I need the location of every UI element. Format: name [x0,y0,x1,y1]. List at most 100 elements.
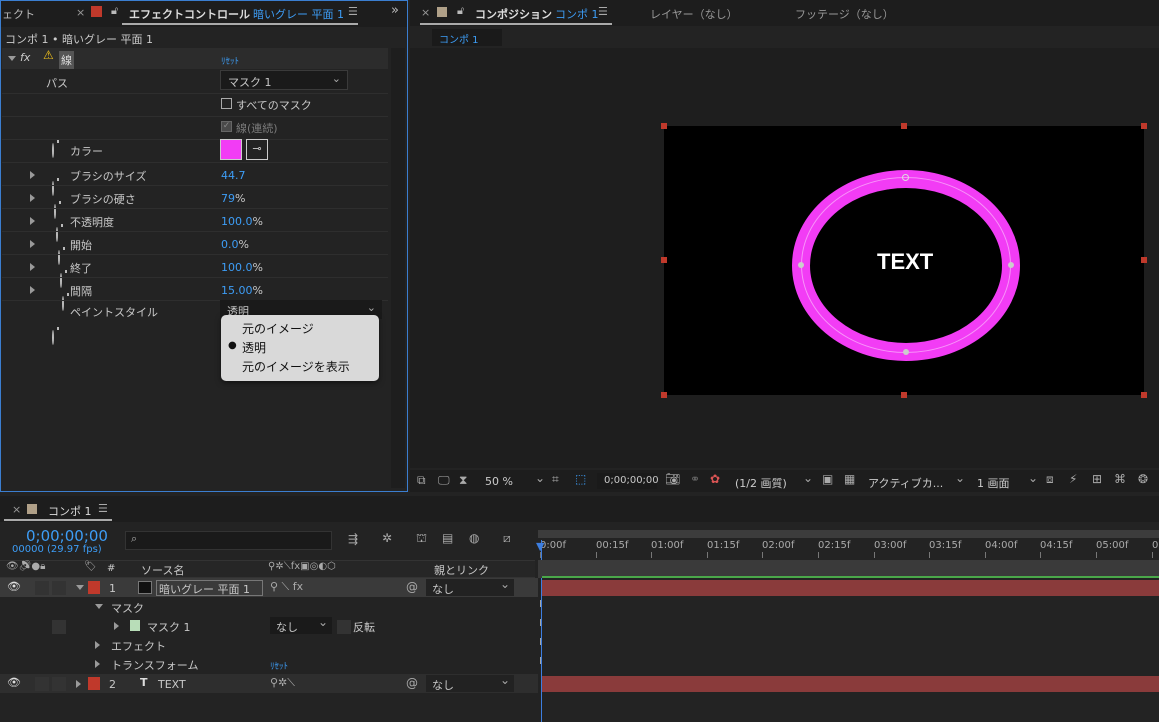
stopwatch-icon[interactable] [52,181,54,196]
path-dropdown[interactable]: マスク 1 ⌄ [220,70,348,90]
transform-twirl-icon[interactable] [95,660,100,668]
mask-vertex[interactable] [903,349,909,355]
fx-icon[interactable]: fx [20,51,30,64]
pickwhip-icon[interactable]: @ [406,676,418,690]
chevron-down-icon[interactable]: ⌄ [535,471,545,485]
grid-icon[interactable]: ⌗ [552,472,559,487]
stopwatch-icon[interactable] [54,204,56,219]
toggle-pixel-aspect-icon[interactable]: ⧈ [1046,472,1054,487]
property-twirl-icon[interactable] [30,263,35,271]
menu-item-reveal-original[interactable]: 元のイメージを表示 [242,358,350,375]
resolution-select[interactable]: (1/2 画質) [735,475,787,491]
property-value-number[interactable]: 0.0 [221,238,239,251]
zoom-select[interactable]: 50 % [485,475,513,488]
timeline-search-input[interactable] [125,531,332,550]
views-select[interactable]: 1 画面 [977,475,1010,491]
property-value-number[interactable]: 15.00 [221,284,253,297]
menu-item-original[interactable]: 元のイメージ [242,320,314,337]
mask-visibility-icon[interactable]: ⬚ [575,472,586,486]
tab-effect-controls[interactable]: エフェクトコントロール [129,6,250,22]
transparency-grid-icon[interactable]: ▦ [844,472,855,486]
canvas-text[interactable]: TEXT [877,249,933,275]
panel-menu-icon[interactable]: ☰ [348,5,358,18]
stopwatch-icon[interactable] [52,143,54,158]
layer-twirl-icon[interactable] [76,585,84,590]
layer-label-color[interactable] [88,581,100,594]
tab-comp-name[interactable]: コンポ 1 [555,6,599,22]
col-source-name[interactable]: ソース名 [141,562,184,578]
visibility-eye-icon[interactable]: 👁︎ [7,676,21,689]
selection-handle[interactable] [901,123,907,129]
property-value[interactable]: 15.00% [221,284,263,297]
playhead-marker-icon[interactable]: ▼ [536,540,544,553]
region-of-interest-icon[interactable]: ▣ [822,472,833,486]
fast-preview-icon[interactable]: ⚡ [1069,472,1077,486]
tab-footage[interactable]: フッテージ（なし） [795,6,894,22]
property-twirl-icon[interactable] [30,194,35,202]
timeline-tab[interactable]: コンポ 1 [48,503,92,519]
chevron-down-icon[interactable]: ⌄ [500,577,510,591]
selection-handle[interactable] [1141,392,1147,398]
eyedropper-icon[interactable]: ⊸ [246,139,268,160]
comp-mini-flowchart-icon[interactable]: ⇶ [348,532,358,546]
chevron-down-icon[interactable]: ⌄ [318,615,328,629]
lock-icon[interactable]: 🔓︎ [111,4,118,18]
tab-close-icon[interactable]: × [421,6,430,19]
selection-handle[interactable] [1141,123,1147,129]
layer-duration-bar[interactable] [542,676,1159,692]
selection-handle[interactable] [661,123,667,129]
property-twirl-icon[interactable] [30,240,35,248]
timeline-icon[interactable]: ⊞ [1092,472,1102,486]
timeline-timecode[interactable]: 0;00;00;00 [26,527,108,545]
draft-3d-icon[interactable]: ✲ [382,531,392,545]
shy-layers-icon[interactable]: ⛫ [416,531,427,547]
stopwatch-icon[interactable] [62,296,64,311]
chevron-down-icon[interactable]: ⌄ [803,471,813,485]
property-value-number[interactable]: 100.0 [221,261,253,274]
stopwatch-icon[interactable] [60,273,62,288]
tab-effect-layer[interactable]: 暗いグレー 平面 1 [253,6,344,22]
color-swatch[interactable] [220,139,242,160]
show-channel-icon[interactable]: ⚭ [690,472,700,486]
layer-switches-icons[interactable]: ⚲✲⟍ [270,676,295,690]
lock-icon[interactable]: 🔓︎ [457,4,464,18]
property-twirl-icon[interactable] [30,217,35,225]
stopwatch-icon[interactable] [56,227,58,242]
menu-item-transparent[interactable]: 透明 [242,339,266,356]
flowchart-icon[interactable]: ⌘ [1114,472,1126,486]
transform-reset-link[interactable]: ﾘｾｯﾄ [270,659,288,672]
property-value-number[interactable]: 44.7 [221,169,246,182]
graph-editor-icon[interactable]: ⧄ [503,531,511,546]
property-value[interactable]: 100.0% [221,261,263,274]
chevron-down-icon[interactable]: ⌄ [1028,471,1038,485]
property-value[interactable]: 0.0% [221,238,249,251]
mask-name[interactable]: マスク 1 [147,619,191,635]
mask-vertex[interactable] [1008,262,1014,268]
monitor-icon[interactable]: 🖵︎ [438,473,450,488]
stopwatch-icon[interactable] [52,330,54,345]
layer-twirl-icon[interactable] [76,680,81,688]
audio-switch[interactable] [35,677,49,691]
property-value-number[interactable]: 79 [221,192,235,205]
property-value-number[interactable]: 100.0 [221,215,253,228]
effect-reset-link[interactable]: ﾘｾｯﾄ [221,54,239,67]
tab-layer[interactable]: レイヤー（なし） [650,6,738,22]
solo-switch[interactable] [52,677,66,691]
selection-handle[interactable] [661,392,667,398]
frame-blending-icon[interactable]: ▤ [442,531,453,545]
property-value[interactable]: 100.0% [221,215,263,228]
panel-menu-icon[interactable]: ☰ [98,502,108,515]
mask-twirl-icon[interactable] [114,622,119,630]
motion-blur-icon[interactable]: ◍ [469,531,479,545]
panel-expand-icon[interactable]: » [391,3,399,18]
selection-handle[interactable] [901,392,907,398]
layer-name[interactable]: TEXT [158,678,186,691]
mask-group-twirl-icon[interactable] [95,604,103,609]
invert-checkbox[interactable] [337,620,351,634]
layer-duration-bar[interactable] [542,580,1159,596]
layer-name[interactable]: 暗いグレー 平面 1 [156,580,263,596]
chevron-down-icon[interactable]: ⌄ [955,471,965,485]
property-twirl-icon[interactable] [30,171,35,179]
mask-lock[interactable] [52,620,66,634]
selection-handle[interactable] [661,257,667,263]
